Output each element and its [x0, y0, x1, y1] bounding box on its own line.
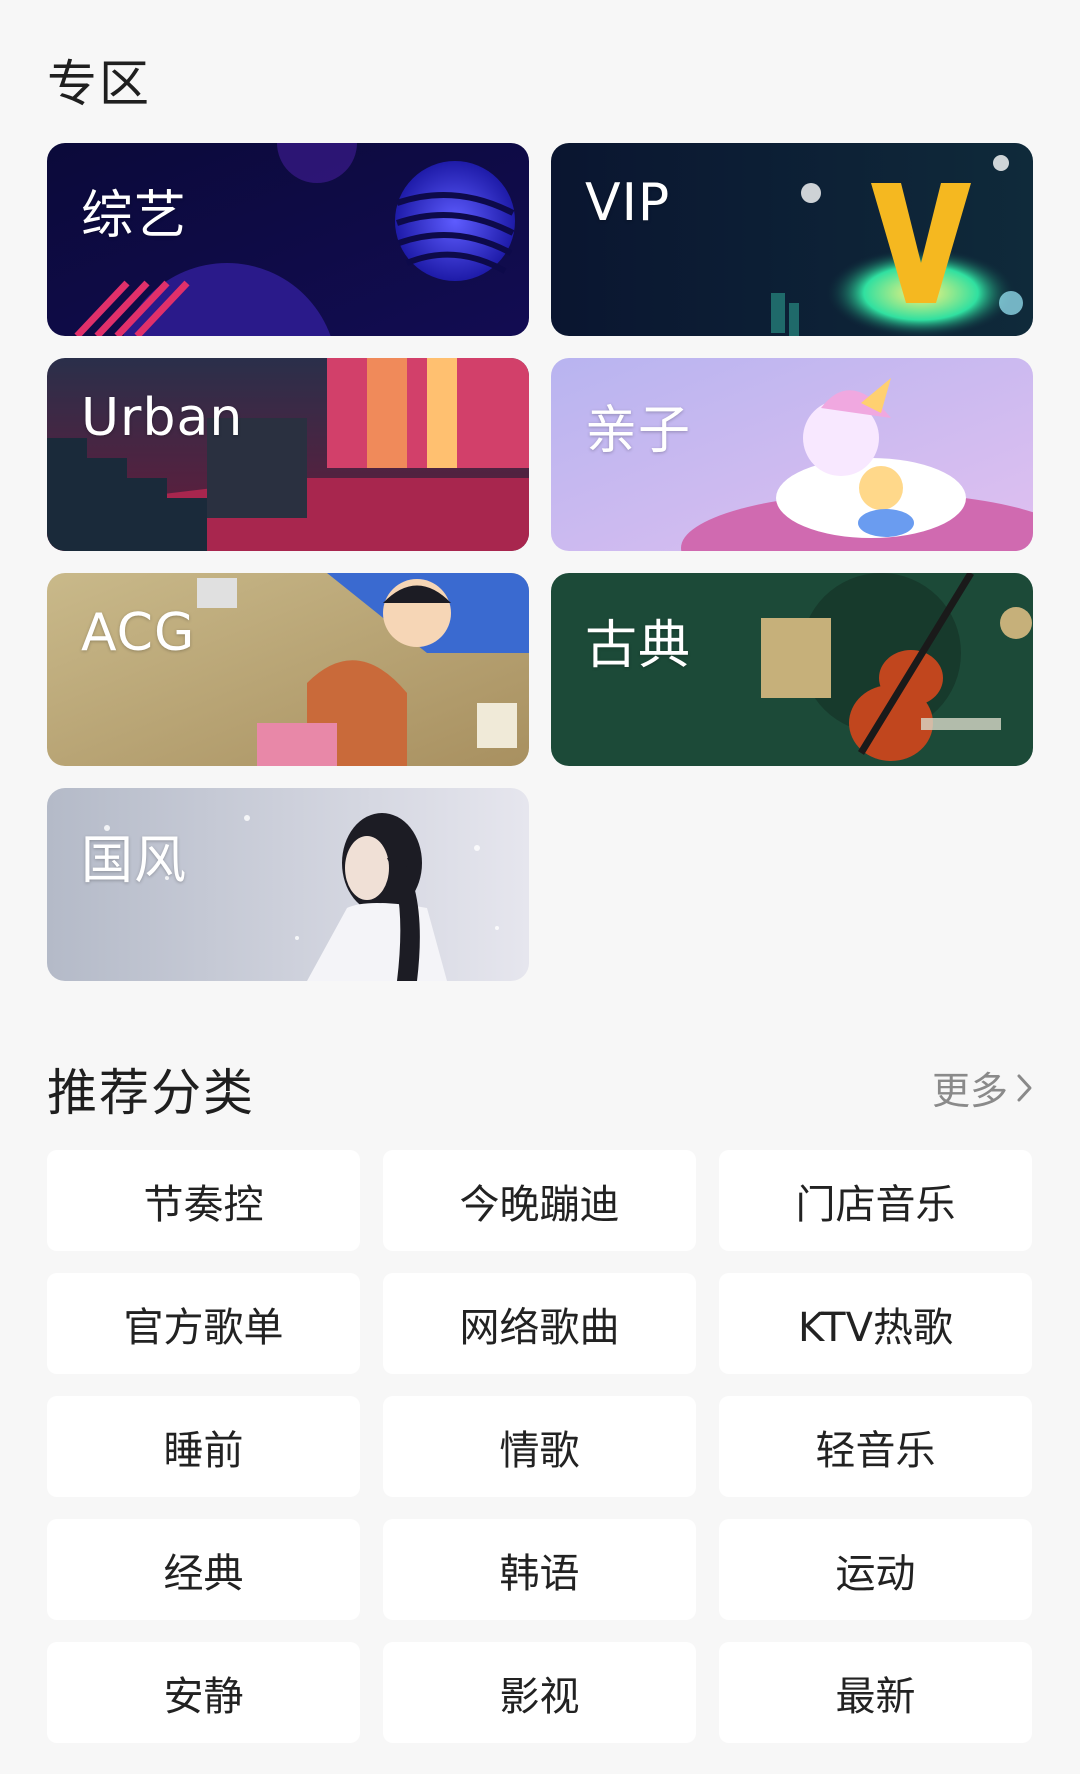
zone-card-label: VIP — [585, 173, 671, 233]
category-chip[interactable]: 最新 — [719, 1642, 1032, 1743]
zone-card-kids[interactable]: 亲子 — [551, 358, 1033, 551]
zone-grid: 综艺 VIP Urban 亲子 ACG 古典 国风 — [47, 143, 1033, 981]
category-grid: 节奏控 今晚蹦迪 门店音乐 官方歌单 网络歌曲 KTV热歌 睡前 情歌 轻音乐 … — [47, 1150, 1033, 1743]
vip-card-image — [551, 143, 1033, 336]
category-chip[interactable]: 情歌 — [383, 1396, 696, 1497]
category-chip[interactable]: 今晚蹦迪 — [383, 1150, 696, 1251]
zone-card-label: 古典 — [585, 616, 692, 676]
zone-card-classical[interactable]: 古典 — [551, 573, 1033, 766]
zone-section-title: 专区 — [47, 55, 151, 113]
category-chip[interactable]: KTV热歌 — [719, 1273, 1032, 1374]
category-chip[interactable]: 韩语 — [383, 1519, 696, 1620]
category-chip[interactable]: 轻音乐 — [719, 1396, 1032, 1497]
recommend-section-title: 推荐分类 — [47, 1064, 255, 1122]
zone-card-label: 亲子 — [585, 401, 692, 461]
zone-card-urban[interactable]: Urban — [47, 358, 529, 551]
acg-card-image — [47, 573, 529, 766]
category-chip[interactable]: 官方歌单 — [47, 1273, 360, 1374]
category-chip[interactable]: 睡前 — [47, 1396, 360, 1497]
category-chip[interactable]: 经典 — [47, 1519, 360, 1620]
zone-card-label: 国风 — [81, 831, 188, 891]
zone-card-acg[interactable]: ACG — [47, 573, 529, 766]
category-chip[interactable]: 门店音乐 — [719, 1150, 1032, 1251]
category-chip[interactable]: 网络歌曲 — [383, 1273, 696, 1374]
more-label: 更多 — [931, 1069, 1008, 1113]
urban-card-image — [47, 358, 529, 551]
zone-card-label: Urban — [81, 388, 244, 448]
category-chip[interactable]: 安静 — [47, 1642, 360, 1743]
chevron-right-icon — [1017, 1074, 1032, 1101]
category-chip[interactable]: 影视 — [383, 1642, 696, 1743]
category-chip[interactable]: 节奏控 — [47, 1150, 360, 1251]
zone-card-label: 综艺 — [81, 186, 188, 246]
zone-card-variety[interactable]: 综艺 — [47, 143, 529, 336]
more-link[interactable]: 更多 — [932, 1060, 1036, 1115]
zone-card-guofeng[interactable]: 国风 — [47, 788, 529, 981]
zone-card-label: ACG — [81, 603, 196, 663]
category-chip[interactable]: 运动 — [719, 1519, 1032, 1620]
zone-card-vip[interactable]: VIP — [551, 143, 1033, 336]
